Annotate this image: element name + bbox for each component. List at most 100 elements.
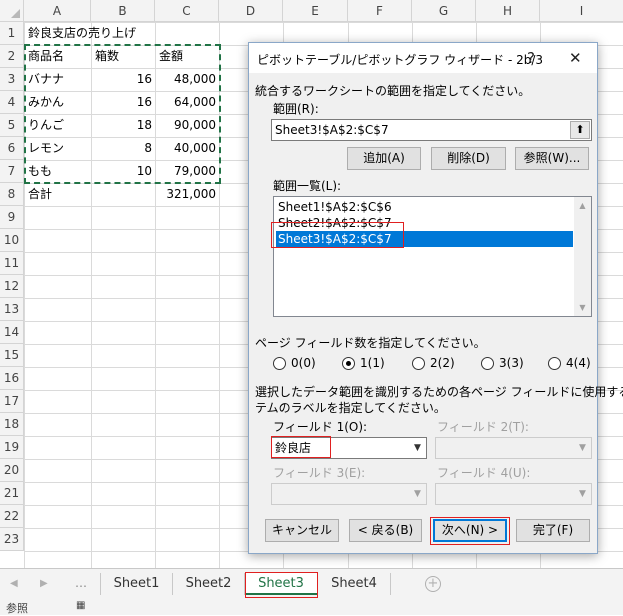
- column-header-f[interactable]: F: [348, 0, 412, 22]
- field3-label: フィールド 3(E):: [273, 466, 366, 480]
- column-header-e[interactable]: E: [283, 0, 348, 22]
- row-header[interactable]: 10: [0, 229, 24, 252]
- add-range-button[interactable]: 追加(A): [347, 147, 421, 170]
- sheet-tab-bar: ◀ ▶ … Sheet1 Sheet2 Sheet3 Sheet4 +: [0, 568, 623, 600]
- sheet3-highlight-box: [245, 572, 318, 598]
- row-header[interactable]: 15: [0, 344, 24, 367]
- row-header[interactable]: 5: [0, 114, 24, 137]
- range-listbox[interactable]: Sheet1!$A$2:$C$6 Sheet2!$A$2:$C$7 Sheet3…: [273, 196, 592, 317]
- column-header-c[interactable]: C: [155, 0, 219, 22]
- range-input[interactable]: Sheet3!$A$2:$C$7: [271, 119, 592, 141]
- column-header-b[interactable]: B: [91, 0, 155, 22]
- collapse-dialog-icon[interactable]: ⬆: [570, 121, 590, 139]
- range-label: 範囲(R):: [273, 102, 319, 116]
- row-header[interactable]: 20: [0, 459, 24, 482]
- column-header-h[interactable]: H: [476, 0, 540, 22]
- add-sheet-icon[interactable]: +: [425, 576, 441, 592]
- page-field-radio-0[interactable]: 0(0): [273, 356, 316, 370]
- delete-range-button[interactable]: 削除(D): [431, 147, 506, 170]
- row-header[interactable]: 4: [0, 91, 24, 114]
- field1-highlight: [271, 436, 331, 458]
- radio-button-icon: [273, 356, 286, 370]
- help-icon[interactable]: ?: [527, 49, 535, 67]
- field1-label: フィールド 1(O):: [273, 420, 368, 434]
- chevron-down-icon: ▼: [579, 489, 586, 499]
- column-header-g[interactable]: G: [412, 0, 476, 22]
- tab-scroll-right-icon[interactable]: ▶: [40, 578, 48, 589]
- row-header[interactable]: 16: [0, 367, 24, 390]
- close-icon[interactable]: ✕: [569, 49, 582, 67]
- chevron-down-icon[interactable]: ▼: [409, 438, 426, 458]
- scroll-up-icon[interactable]: ▲: [574, 197, 591, 214]
- row-header[interactable]: 7: [0, 160, 24, 183]
- radio-button-icon: [412, 356, 425, 370]
- more-tabs-icon[interactable]: …: [75, 576, 88, 590]
- row-header[interactable]: 23: [0, 528, 24, 551]
- status-bar: 参照 ▦: [0, 600, 623, 615]
- field4-label: フィールド 4(U):: [437, 466, 531, 480]
- field3-combo: ▼: [271, 483, 427, 505]
- row-header[interactable]: 12: [0, 275, 24, 298]
- macro-record-icon[interactable]: ▦: [76, 600, 85, 611]
- scroll-down-icon[interactable]: ▼: [574, 299, 591, 316]
- row-header[interactable]: 2: [0, 45, 24, 68]
- range-list-item[interactable]: Sheet1!$A$2:$C$6: [276, 199, 573, 215]
- column-headers: A B C D E F G H I: [24, 0, 623, 22]
- page-field-radio-1[interactable]: 1(1): [342, 356, 385, 370]
- chevron-down-icon: ▼: [579, 443, 586, 453]
- row-header[interactable]: 22: [0, 505, 24, 528]
- cell-a1-title[interactable]: 鈴良支店の売り上げ: [25, 22, 139, 45]
- row-header[interactable]: 3: [0, 68, 24, 91]
- dialog-titlebar[interactable]: ピボットテーブル/ピボットグラフ ウィザード - 2b/3 ? ✕: [249, 43, 597, 73]
- row-header[interactable]: 13: [0, 298, 24, 321]
- back-button[interactable]: < 戻る(B): [349, 519, 422, 542]
- radio-button-icon: [548, 356, 561, 370]
- radio-label: 3(3): [499, 356, 524, 370]
- row-header[interactable]: 6: [0, 137, 24, 160]
- column-header-i[interactable]: I: [540, 0, 623, 22]
- field4-combo: ▼: [435, 483, 592, 505]
- cell-a8-total-label[interactable]: 合計: [25, 183, 91, 206]
- next-button-highlight: [430, 517, 510, 545]
- radio-label: 0(0): [291, 356, 316, 370]
- row-header[interactable]: 18: [0, 413, 24, 436]
- sheet-tab-sheet1[interactable]: Sheet1: [100, 573, 173, 595]
- row-header[interactable]: 19: [0, 436, 24, 459]
- selected-range-highlight: [271, 222, 404, 248]
- page-field-radio-4[interactable]: 4(4): [548, 356, 591, 370]
- row-headers: 1 2 3 4 5 6 7 8 9 10 11 12 13 14 15 16 1…: [0, 22, 24, 551]
- label-instruction-line1: 選択したデータ範囲を識別するための各ページ フィールドに使用するアイ: [255, 385, 623, 399]
- finish-button[interactable]: 完了(F): [516, 519, 590, 542]
- range-list-label: 範囲一覧(L):: [273, 179, 342, 193]
- cell-c8-total-value[interactable]: 321,000: [156, 183, 219, 206]
- page-field-radio-3[interactable]: 3(3): [481, 356, 524, 370]
- instruction-text: 統合するワークシートの範囲を指定してください。: [255, 84, 531, 98]
- radio-button-icon: [342, 356, 355, 370]
- pivot-wizard-dialog: ピボットテーブル/ピボットグラフ ウィザード - 2b/3 ? ✕ 統合するワー…: [248, 42, 623, 554]
- row-header[interactable]: 8: [0, 183, 24, 206]
- browse-button[interactable]: 参照(W)...: [515, 147, 589, 170]
- sheet-tab-sheet4[interactable]: Sheet4: [318, 573, 391, 595]
- row-header[interactable]: 17: [0, 390, 24, 413]
- radio-label: 4(4): [566, 356, 591, 370]
- listbox-scrollbar[interactable]: ▲ ▼: [574, 197, 591, 316]
- label-instruction-line2: テムのラベルを指定してください。: [255, 401, 446, 415]
- radio-label: 1(1): [360, 356, 385, 370]
- dialog-title: ピボットテーブル/ピボットグラフ ウィザード - 2b/3: [257, 53, 544, 67]
- field2-label: フィールド 2(T):: [437, 420, 529, 434]
- field2-combo: ▼: [435, 437, 592, 459]
- row-header[interactable]: 9: [0, 206, 24, 229]
- column-header-a[interactable]: A: [24, 0, 91, 22]
- page-field-radio-2[interactable]: 2(2): [412, 356, 455, 370]
- select-all-corner[interactable]: [0, 0, 24, 22]
- tab-scroll-left-icon[interactable]: ◀: [10, 578, 18, 589]
- chevron-down-icon: ▼: [414, 489, 421, 499]
- row-header[interactable]: 1: [0, 22, 24, 45]
- sheet-tab-sheet2[interactable]: Sheet2: [173, 573, 245, 595]
- page-field-label: ページ フィールド数を指定してください。: [255, 336, 486, 350]
- cancel-button[interactable]: キャンセル: [265, 519, 339, 542]
- row-header[interactable]: 14: [0, 321, 24, 344]
- row-header[interactable]: 11: [0, 252, 24, 275]
- column-header-d[interactable]: D: [219, 0, 283, 22]
- row-header[interactable]: 21: [0, 482, 24, 505]
